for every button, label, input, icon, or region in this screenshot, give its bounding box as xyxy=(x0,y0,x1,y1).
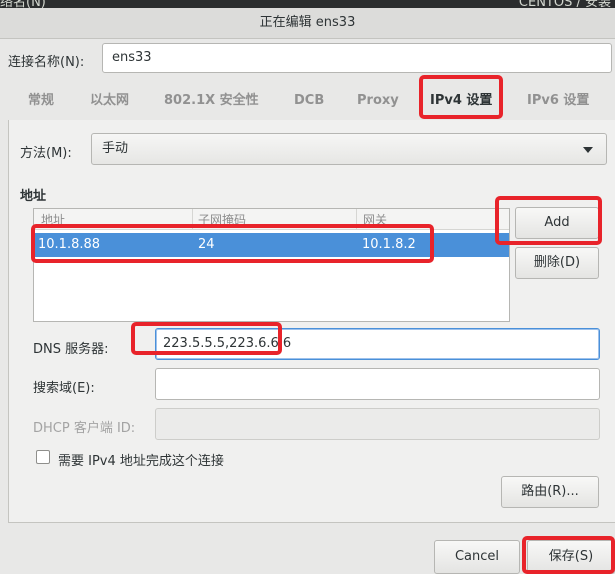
method-dropdown[interactable]: 手动 xyxy=(91,133,607,165)
column-header-netmask: 子网掩码 xyxy=(198,213,247,227)
dns-servers-input[interactable]: 223.5.5.5,223.6.6.6 xyxy=(155,328,600,360)
address-table-header: 地址 子网掩码 网关 xyxy=(34,209,509,230)
settings-tabs: 常规 以太网 802.1X 安全性 DCB Proxy IPv4 设置 IPv6… xyxy=(8,84,615,121)
column-header-address: 地址 xyxy=(41,213,66,227)
method-label: 方法(M): xyxy=(20,146,72,161)
delete-address-button[interactable]: 删除(D) xyxy=(515,247,599,279)
address-table[interactable]: 地址 子网掩码 网关 10.1.8.88 24 10.1.8.2 xyxy=(33,208,510,322)
routes-button[interactable]: 路由(R)... xyxy=(501,476,599,508)
add-address-button[interactable]: Add xyxy=(515,207,599,239)
tab-dcb[interactable]: DCB xyxy=(294,84,324,119)
tab-8021x-security[interactable]: 802.1X 安全性 xyxy=(164,84,259,119)
tab-ethernet[interactable]: 以太网 xyxy=(90,84,129,119)
connection-name-row: 连接名称(N): ens33 xyxy=(0,39,615,79)
background-window-strip: 络名(N) CENTOS / 安装 xyxy=(0,0,615,8)
table-row[interactable]: 10.1.8.88 24 10.1.8.2 xyxy=(34,233,509,257)
method-value: 手动 xyxy=(102,141,129,156)
cancel-button[interactable]: Cancel xyxy=(434,540,520,574)
column-divider xyxy=(356,209,357,229)
row-gateway: 10.1.8.2 xyxy=(362,237,416,252)
require-ipv4-label[interactable]: 需要 IPv4 地址完成这个连接 xyxy=(58,450,224,469)
dhcp-client-id-input xyxy=(155,408,600,440)
dropdown-arrow-icon xyxy=(583,147,593,153)
dialog-title: 正在编辑 ens33 xyxy=(0,8,615,39)
connection-name-input[interactable]: ens33 xyxy=(102,43,612,73)
background-window-label: 络名(N) xyxy=(0,0,46,8)
save-button[interactable]: 保存(S) xyxy=(527,540,615,574)
dhcp-client-id-label: DHCP 客户端 ID: xyxy=(33,421,136,436)
tab-ipv4-settings[interactable]: IPv4 设置 xyxy=(430,84,493,119)
search-domains-input[interactable] xyxy=(155,368,600,400)
column-header-gateway: 网关 xyxy=(363,213,388,227)
tab-ipv6-settings[interactable]: IPv6 设置 xyxy=(527,84,589,119)
require-ipv4-checkbox[interactable] xyxy=(36,450,50,464)
row-netmask: 24 xyxy=(198,237,215,252)
tab-general[interactable]: 常规 xyxy=(28,84,54,119)
connection-name-label: 连接名称(N): xyxy=(8,55,85,70)
address-section-title: 地址 xyxy=(20,189,47,204)
column-divider xyxy=(192,209,193,229)
ipv4-settings-panel: 方法(M): 手动 地址 地址 子网掩码 网关 10.1.8.88 24 10.… xyxy=(8,120,615,523)
row-address: 10.1.8.88 xyxy=(38,237,101,252)
dns-servers-label: DNS 服务器: xyxy=(33,342,109,357)
tab-proxy[interactable]: Proxy xyxy=(357,84,399,119)
search-domains-label: 搜索域(E): xyxy=(33,381,95,396)
background-window-product: CENTOS / 安装 xyxy=(518,0,611,8)
